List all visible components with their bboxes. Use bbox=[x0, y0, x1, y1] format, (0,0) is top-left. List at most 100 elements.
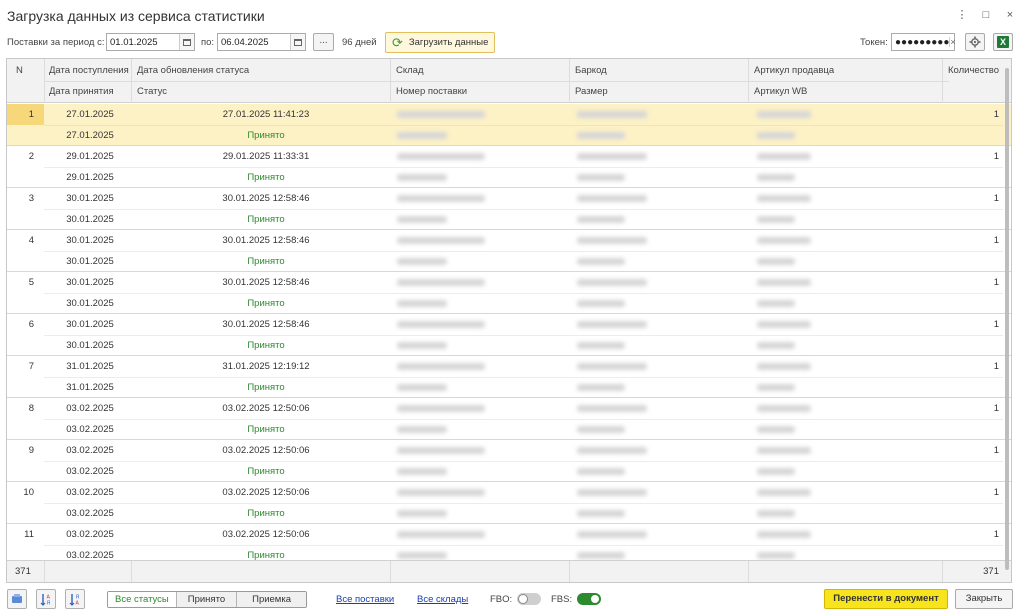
seller-article-cell-redacted bbox=[757, 531, 811, 538]
title-bar: Загрузка данных из сервиса статистики ⋮ … bbox=[0, 0, 1024, 30]
all-warehouses-link[interactable]: Все склады bbox=[417, 594, 468, 605]
fbs-toggle[interactable] bbox=[577, 593, 601, 605]
maximize-icon[interactable]: □ bbox=[980, 9, 992, 21]
table-row[interactable]: 1 27.01.2025 27.01.2025 11:41:23 27.01.2025… bbox=[7, 104, 1011, 146]
column-warehouse[interactable]: Склад bbox=[391, 65, 424, 76]
warehouse-cell-redacted bbox=[397, 195, 485, 202]
fbo-toggle[interactable] bbox=[517, 593, 541, 605]
date-accepted-cell: 30.01.2025 bbox=[66, 214, 114, 225]
status-cell: Принято bbox=[247, 382, 285, 393]
close-button[interactable]: Закрыть bbox=[955, 589, 1013, 609]
status-filter[interactable]: Все статусы Принято Приемка bbox=[107, 591, 307, 608]
sort-ascending-button[interactable]: AЯ bbox=[36, 589, 56, 609]
calendar-icon[interactable] bbox=[290, 34, 305, 50]
date-received-cell: 30.01.2025 bbox=[66, 193, 114, 204]
seller-article-cell-redacted bbox=[757, 237, 811, 244]
column-wb-article[interactable]: Артикул WB bbox=[749, 86, 807, 97]
row-number: 2 bbox=[28, 151, 34, 162]
column-date-received[interactable]: Дата поступления bbox=[44, 65, 129, 76]
filter-receiving[interactable]: Приемка bbox=[236, 592, 306, 607]
column-date-accepted[interactable]: Дата принятия bbox=[44, 86, 114, 97]
sync-button[interactable] bbox=[7, 589, 27, 609]
table-row[interactable]: 8 03.02.2025 03.02.2025 12:50:06 03.02.2025… bbox=[7, 398, 1011, 440]
status-cell: Принято bbox=[247, 424, 285, 435]
column-barcode[interactable]: Баркод bbox=[570, 65, 607, 76]
filter-all-statuses[interactable]: Все статусы bbox=[108, 592, 176, 607]
refresh-icon: ⟳ bbox=[392, 34, 403, 50]
date-accepted-cell: 30.01.2025 bbox=[66, 340, 114, 351]
column-size[interactable]: Размер bbox=[570, 86, 608, 97]
all-supplies-link[interactable]: Все поставки bbox=[336, 594, 394, 605]
svg-text:Я: Я bbox=[46, 600, 50, 606]
size-cell-redacted bbox=[577, 552, 625, 559]
calendar-icon[interactable] bbox=[179, 34, 194, 50]
status-cell: Принято bbox=[247, 508, 285, 519]
more-icon[interactable]: ⋮ bbox=[956, 9, 968, 21]
table-row[interactable]: 3 30.01.2025 30.01.2025 12:58:46 30.01.2025… bbox=[7, 188, 1011, 230]
date-from-field[interactable]: 01.01.2025 bbox=[106, 33, 195, 51]
quantity-cell: 1 bbox=[993, 277, 999, 288]
fbs-label: FBS: bbox=[551, 594, 573, 605]
close-icon[interactable]: × bbox=[1004, 9, 1016, 21]
date-accepted-cell: 03.02.2025 bbox=[66, 550, 114, 560]
vertical-scrollbar[interactable] bbox=[1003, 58, 1011, 583]
date-received-cell: 03.02.2025 bbox=[66, 445, 114, 456]
quantity-cell: 1 bbox=[993, 151, 999, 162]
date-received-cell: 29.01.2025 bbox=[66, 151, 114, 162]
supply-number-cell-redacted bbox=[397, 132, 447, 139]
column-status[interactable]: Статус bbox=[132, 86, 167, 97]
token-field[interactable]: ●●●●●●●●● × bbox=[891, 33, 956, 51]
filter-accepted[interactable]: Принято bbox=[175, 592, 237, 607]
column-seller-article[interactable]: Артикул продавца bbox=[749, 65, 834, 76]
size-cell-redacted bbox=[577, 216, 625, 223]
status-cell: Принято bbox=[247, 256, 285, 267]
table-row[interactable]: 6 30.01.2025 30.01.2025 12:58:46 30.01.2025… bbox=[7, 314, 1011, 356]
supplies-table[interactable]: N Дата поступления Дата обновления стату… bbox=[6, 58, 1012, 583]
clear-icon[interactable]: × bbox=[949, 37, 956, 47]
wb-article-cell-redacted bbox=[757, 552, 795, 559]
scrollbar-thumb[interactable] bbox=[1005, 68, 1009, 570]
table-row[interactable]: 11 03.02.2025 03.02.2025 12:50:06 03.02.202… bbox=[7, 524, 1011, 560]
export-excel-button[interactable]: X bbox=[993, 33, 1013, 51]
wb-article-cell-redacted bbox=[757, 132, 795, 139]
wb-article-cell-redacted bbox=[757, 510, 795, 517]
period-select-button[interactable]: ... bbox=[313, 33, 334, 51]
status-cell: Принято bbox=[247, 340, 285, 351]
column-n[interactable]: N bbox=[11, 65, 23, 76]
table-row[interactable]: 9 03.02.2025 03.02.2025 12:50:06 03.02.2025… bbox=[7, 440, 1011, 482]
sort-descending-button[interactable]: ЯA bbox=[65, 589, 85, 609]
column-status-updated[interactable]: Дата обновления статуса bbox=[132, 65, 249, 76]
table-row[interactable]: 10 03.02.2025 03.02.2025 12:50:06 03.02.202… bbox=[7, 482, 1011, 524]
barcode-cell-redacted bbox=[577, 111, 647, 118]
supply-number-cell-redacted bbox=[397, 300, 447, 307]
warehouse-cell-redacted bbox=[397, 237, 485, 244]
status-cell: Принято bbox=[247, 466, 285, 477]
table-row[interactable]: 2 29.01.2025 29.01.2025 11:33:31 29.01.2025… bbox=[7, 146, 1011, 188]
column-quantity[interactable]: Количество bbox=[943, 65, 999, 76]
table-row[interactable]: 7 31.01.2025 31.01.2025 12:19:12 31.01.2025… bbox=[7, 356, 1011, 398]
load-data-button[interactable]: ⟳ Загрузить данные bbox=[385, 32, 495, 53]
status-updated-cell: 30.01.2025 12:58:46 bbox=[222, 235, 310, 246]
barcode-cell-redacted bbox=[577, 489, 647, 496]
quantity-cell: 1 bbox=[993, 193, 999, 204]
days-count: 96 дней bbox=[342, 37, 377, 48]
sync-icon bbox=[12, 594, 22, 603]
warehouse-cell-redacted bbox=[397, 321, 485, 328]
table-row[interactable]: 5 30.01.2025 30.01.2025 12:58:46 30.01.2025… bbox=[7, 272, 1011, 314]
fbo-label: FBO: bbox=[490, 594, 513, 605]
transfer-to-document-button[interactable]: Перенести в документ bbox=[824, 589, 948, 609]
date-received-cell: 30.01.2025 bbox=[66, 277, 114, 288]
settings-button[interactable] bbox=[965, 33, 985, 51]
seller-article-cell-redacted bbox=[757, 321, 811, 328]
supply-number-cell-redacted bbox=[397, 426, 447, 433]
status-updated-cell: 03.02.2025 12:50:06 bbox=[222, 487, 310, 498]
column-supply-number[interactable]: Номер поставки bbox=[391, 86, 467, 97]
status-updated-cell: 31.01.2025 12:19:12 bbox=[222, 361, 310, 372]
supply-number-cell-redacted bbox=[397, 552, 447, 559]
wb-article-cell-redacted bbox=[757, 174, 795, 181]
seller-article-cell-redacted bbox=[757, 405, 811, 412]
date-to-field[interactable]: 06.04.2025 bbox=[217, 33, 306, 51]
wb-article-cell-redacted bbox=[757, 300, 795, 307]
table-row[interactable]: 4 30.01.2025 30.01.2025 12:58:46 30.01.2025… bbox=[7, 230, 1011, 272]
window-title: Загрузка данных из сервиса статистики bbox=[7, 8, 265, 24]
